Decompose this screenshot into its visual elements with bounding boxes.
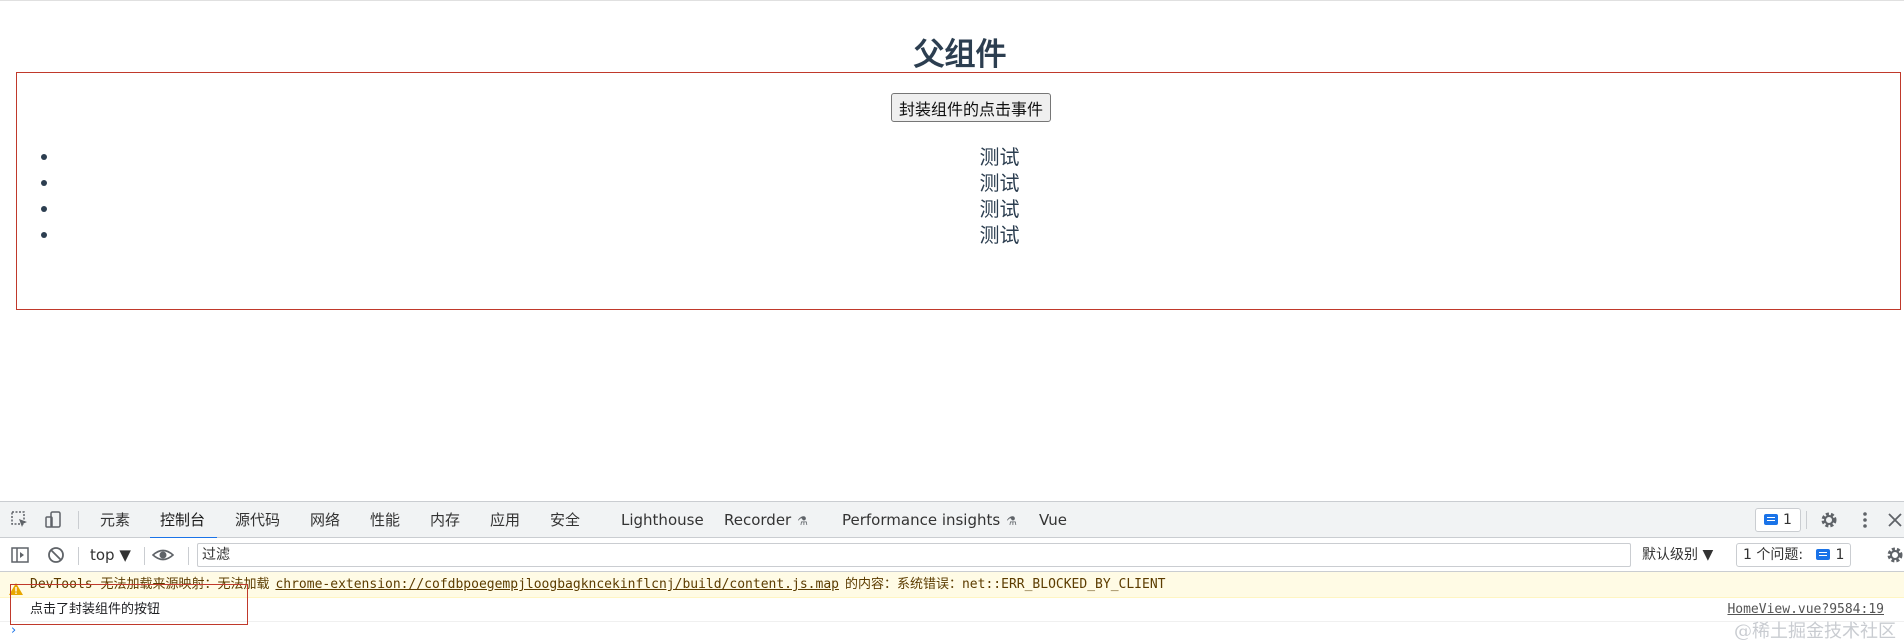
test-list: 测试 测试 测试 测试 <box>17 144 1902 248</box>
page-title: 父组件 <box>913 37 1007 72</box>
close-icon[interactable] <box>1885 510 1904 530</box>
console-output: DevTools 无法加载来源映射：无法加载 chrome-extension:/… <box>0 572 1904 643</box>
tab-recorder[interactable]: Recorder ⚗ <box>724 502 808 538</box>
toolbar-divider <box>144 547 145 565</box>
console-toolbar: top ▼ 默认级别 ▼ 1 个问题: 1 <box>0 538 1904 572</box>
bullet-icon <box>41 180 47 186</box>
message-icon <box>1764 514 1778 525</box>
tabbar-divider <box>78 511 79 529</box>
issues-count-button[interactable]: 1 个问题: 1 <box>1736 543 1852 567</box>
flask-icon: ⚗ <box>797 514 808 528</box>
tab-network[interactable]: 网络 <box>310 502 340 538</box>
bullet-icon <box>41 154 47 160</box>
tab-sources[interactable]: 源代码 <box>235 502 280 538</box>
console-log-row: 点击了封装组件的按钮 HomeView.vue?9584:19 <box>0 598 1904 622</box>
eye-icon[interactable] <box>151 545 175 565</box>
tab-security[interactable]: 安全 <box>550 502 580 538</box>
more-options-icon[interactable] <box>1855 510 1875 530</box>
tab-console[interactable]: 控制台 <box>149 502 218 539</box>
devtools-tabbar: 元素 控制台 源代码 网络 性能 内存 应用 安全 Lighthouse Rec… <box>0 502 1904 539</box>
filter-input[interactable] <box>197 543 1631 567</box>
child-component-box: 封装组件的点击事件 测试 测试 测试 测试 <box>16 72 1901 310</box>
settings-gear-icon[interactable] <box>1819 510 1839 530</box>
list-item: 测试 <box>17 222 1902 248</box>
tab-vue[interactable]: Vue <box>1039 502 1067 538</box>
message-icon <box>1816 549 1831 560</box>
list-item: 测试 <box>17 144 1902 170</box>
clear-console-icon[interactable] <box>46 545 66 565</box>
inspect-element-icon[interactable] <box>10 510 30 530</box>
toolbar-divider <box>78 547 79 565</box>
watermark: @稀土掘金技术社区 <box>1734 621 1896 642</box>
bullet-icon <box>41 206 47 212</box>
toolbar-divider <box>188 547 189 565</box>
tab-memory[interactable]: 内存 <box>430 502 460 538</box>
issues-badge[interactable]: 1 <box>1755 508 1801 532</box>
source-map-link[interactable]: chrome-extension://cofdbpoegempjloogbagk… <box>275 577 839 592</box>
bullet-icon <box>41 232 47 238</box>
flask-icon: ⚗ <box>1006 514 1017 528</box>
context-select[interactable]: top ▼ <box>90 538 131 572</box>
console-warning-row: DevTools 无法加载来源映射：无法加载 chrome-extension:/… <box>0 572 1904 598</box>
sidebar-toggle-icon[interactable] <box>10 545 30 565</box>
log-highlight-box <box>10 584 248 625</box>
device-toolbar-icon[interactable] <box>44 510 64 530</box>
child-click-button[interactable]: 封装组件的点击事件 <box>891 93 1052 122</box>
dropdown-arrow-icon: ▼ <box>1702 547 1714 563</box>
devtools-panel: 元素 控制台 源代码 网络 性能 内存 应用 安全 Lighthouse Rec… <box>0 501 1904 643</box>
log-level-select[interactable]: 默认级别 ▼ <box>1642 538 1713 572</box>
list-item: 测试 <box>17 196 1902 222</box>
dropdown-arrow-icon: ▼ <box>119 546 131 564</box>
tabbar-divider <box>1806 511 1807 529</box>
tab-performance-insights[interactable]: Performance insights ⚗ <box>842 502 1017 538</box>
tab-elements[interactable]: 元素 <box>100 502 130 538</box>
tab-lighthouse[interactable]: Lighthouse <box>621 502 704 538</box>
page-viewport: 父组件 封装组件的点击事件 测试 测试 测试 测试 <box>0 1 1904 501</box>
tab-application[interactable]: 应用 <box>490 502 520 538</box>
list-item: 测试 <box>17 170 1902 196</box>
tab-performance[interactable]: 性能 <box>370 502 400 538</box>
console-settings-gear-icon[interactable] <box>1885 545 1904 565</box>
